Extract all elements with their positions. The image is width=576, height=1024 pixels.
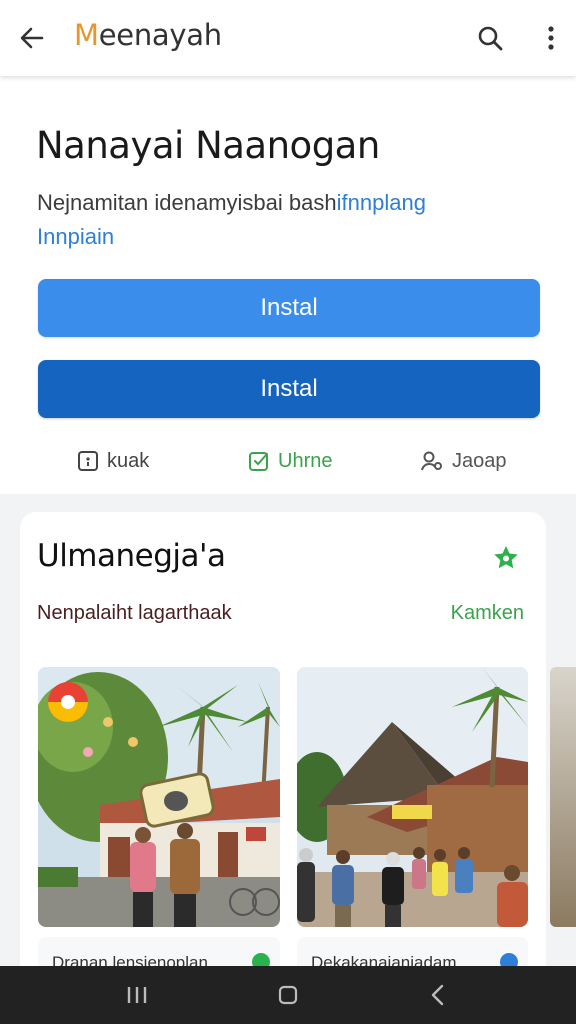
search-icon[interactable] [472, 20, 508, 56]
action-jaoap[interactable]: Jaoap [420, 446, 507, 476]
related-section-card: Ulmanegja'a Nenpalaiht lagarthaak Kamken [20, 512, 546, 982]
app-bar-title: Meenayah [74, 18, 222, 52]
action-row: kuak Uhrne Jaoap [0, 446, 576, 476]
action-uhrne[interactable]: Uhrne [248, 446, 332, 476]
arrow-back-icon[interactable] [14, 20, 50, 56]
app-bar-title-rest: eenayah [98, 18, 222, 52]
install-secondary-button[interactable]: Instal [38, 360, 540, 418]
share-people-icon [421, 451, 442, 471]
more-vert-icon[interactable] [534, 20, 568, 56]
action-kuak[interactable]: kuak [77, 446, 149, 476]
install-button[interactable]: Instal [38, 279, 540, 337]
app-bar-title-initial: M [74, 18, 99, 52]
section-title: Ulmanegja'a [37, 538, 226, 574]
action-label: Uhrne [278, 449, 333, 472]
action-label: kuak [107, 449, 150, 472]
edit-check-icon [249, 452, 268, 471]
description-link-a[interactable]: ifnnplang [337, 190, 426, 215]
item-thumbnail-3-peek[interactable] [550, 667, 576, 927]
app-bar: Meenayah [0, 0, 576, 76]
item-thumbnail-2[interactable] [297, 667, 528, 927]
app-name: Nanayai Naanogan [36, 124, 380, 167]
description-text: Nejnamitan idenamyisbai bash [37, 190, 337, 215]
item-thumbnail-1[interactable] [38, 667, 280, 927]
system-nav-bar [0, 966, 576, 1024]
info-box-icon [78, 451, 98, 471]
description-link-b[interactable]: Innpiain [37, 224, 114, 249]
nav-back-icon[interactable] [408, 966, 468, 1024]
app-description: Nejnamitan idenamyisbai bashifnnplang In… [37, 186, 537, 254]
section-subtitle: Nenpalaiht lagarthaak [37, 602, 232, 624]
action-label: Jaoap [452, 449, 507, 472]
home-icon[interactable] [258, 966, 318, 1024]
section-more-link[interactable]: Kamken [451, 602, 524, 625]
app-info-section: Nanayai Naanogan Nejnamitan idenamyisbai… [0, 76, 576, 494]
recents-icon[interactable] [107, 966, 167, 1024]
star-icon[interactable] [492, 544, 520, 572]
